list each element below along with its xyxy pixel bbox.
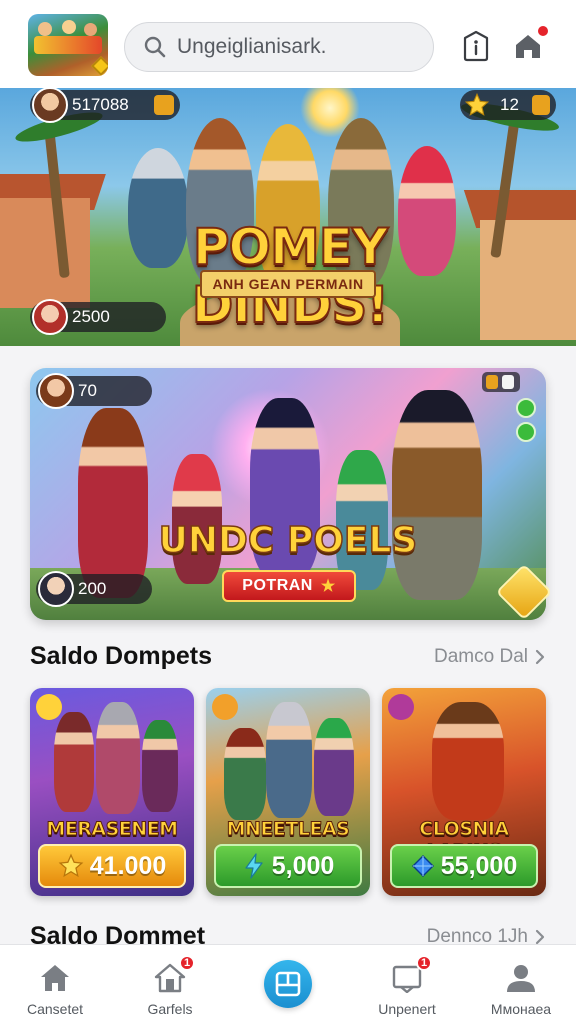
status-dot-icon: [516, 422, 536, 442]
player-avatar: [32, 87, 68, 123]
top-header: [0, 0, 576, 88]
star-icon: ★: [320, 578, 336, 595]
notification-badge: [536, 24, 550, 38]
see-all-link[interactable]: Damco Dal: [434, 646, 546, 668]
hero-subtitle: ANH GEAN PERMAIN: [200, 270, 376, 298]
product-price: 55,000: [440, 851, 518, 880]
search-icon: [144, 36, 166, 58]
hero-character: [314, 718, 354, 816]
product-name: MERASENEM: [46, 818, 179, 841]
games-icon: 1: [153, 955, 195, 995]
status-dot-icon: [516, 398, 536, 418]
hero-character: [266, 702, 312, 818]
buy-button[interactable]: 55,000: [390, 844, 538, 888]
info-button[interactable]: [458, 28, 494, 64]
badge-segment: [486, 375, 498, 389]
grid-icon: [275, 971, 301, 997]
hero-character: [142, 720, 178, 812]
chevron-right-icon: [535, 649, 545, 665]
nav-label: Ммонаеа: [490, 1001, 552, 1017]
featured-play-button[interactable]: POTRAN ★: [222, 570, 356, 602]
player-avatar: [32, 299, 68, 335]
nav-item-home[interactable]: Cansetet: [0, 945, 110, 1024]
buy-button[interactable]: 5,000: [214, 844, 362, 888]
player-level: 12: [500, 95, 519, 114]
hero-character: [392, 390, 482, 600]
player-score: 517088: [72, 95, 129, 114]
featured-coins-chip[interactable]: 200: [36, 571, 152, 607]
player-avatar: [38, 571, 74, 607]
product-card[interactable]: CLOSNIA LARINS 55,000: [382, 688, 546, 896]
app-screen: POMEY DINDS! ANH GEAN PERMAIN 517088 12 …: [0, 0, 576, 1024]
player-score-chip[interactable]: 517088: [30, 87, 180, 123]
app-logo[interactable]: [28, 14, 108, 76]
hero-character: [224, 728, 266, 820]
section-title: Saldo Dompets: [30, 642, 212, 670]
logo-character: [38, 22, 52, 36]
nav-item-games[interactable]: 1 Garfels: [115, 945, 225, 1024]
star-icon: [464, 92, 490, 116]
search-input[interactable]: [177, 35, 417, 59]
message-icon: 1: [390, 955, 432, 995]
search-bar[interactable]: [124, 22, 434, 72]
buy-button[interactable]: 41.000: [38, 844, 186, 888]
coin-icon: [154, 95, 174, 115]
shop-icon: [532, 95, 550, 115]
featured-status-badge: [482, 372, 520, 392]
coins-chip[interactable]: 2500: [30, 299, 166, 335]
logo-gem-icon: [90, 55, 108, 76]
featured-button-label: POTRAN: [242, 577, 313, 594]
nav-label: Unpenert: [378, 1001, 436, 1017]
logo-banner: [34, 36, 102, 54]
chevron-right-icon: [535, 929, 545, 945]
hero-character: [78, 408, 148, 598]
product-price: 5,000: [271, 851, 335, 880]
info-icon: [463, 30, 489, 62]
home-icon: [38, 961, 72, 995]
featured-bottom-count: 200: [78, 579, 107, 598]
hero-character: [96, 702, 140, 814]
product-price: 41.000: [89, 851, 167, 880]
product-card[interactable]: MERASENEM 41.000: [30, 688, 194, 896]
coin-balance: 2500: [72, 307, 110, 326]
player-avatar: [38, 373, 74, 409]
hero-character: [172, 454, 222, 584]
games-badge: 1: [179, 955, 195, 971]
logo-character: [62, 20, 76, 34]
lightning-icon: [212, 694, 238, 720]
gem-icon: [411, 855, 434, 877]
house: [0, 198, 90, 308]
nav-item-messages[interactable]: 1 Unpenert: [352, 945, 462, 1024]
product-name: MNEETLEAS: [226, 818, 350, 841]
hero-character: [432, 702, 504, 820]
nav-label: Cansetet: [26, 1001, 84, 1017]
star-icon: [58, 853, 84, 878]
messages-badge: 1: [416, 955, 432, 971]
notifications-button[interactable]: [510, 24, 550, 64]
profile-icon: [504, 961, 538, 995]
nav-label: Garfels: [147, 1001, 193, 1017]
hero-character: [54, 712, 94, 812]
featured-title: UNDC POELS: [158, 519, 418, 562]
badge-segment: [502, 375, 514, 389]
product-card[interactable]: MNEETLEAS 5,000: [206, 688, 370, 896]
lightning-icon: [245, 853, 263, 879]
level-chip[interactable]: 12: [460, 90, 556, 120]
see-all-label: Damco Dal: [434, 646, 528, 667]
featured-players-chip[interactable]: 70: [36, 373, 152, 409]
star-icon: [36, 694, 62, 720]
emblem-icon: [388, 694, 414, 720]
nav-item-profile[interactable]: Ммонаеа: [466, 945, 576, 1024]
nav-center-button[interactable]: [264, 960, 312, 1008]
featured-top-count: 70: [78, 381, 97, 400]
logo-character: [84, 23, 97, 36]
